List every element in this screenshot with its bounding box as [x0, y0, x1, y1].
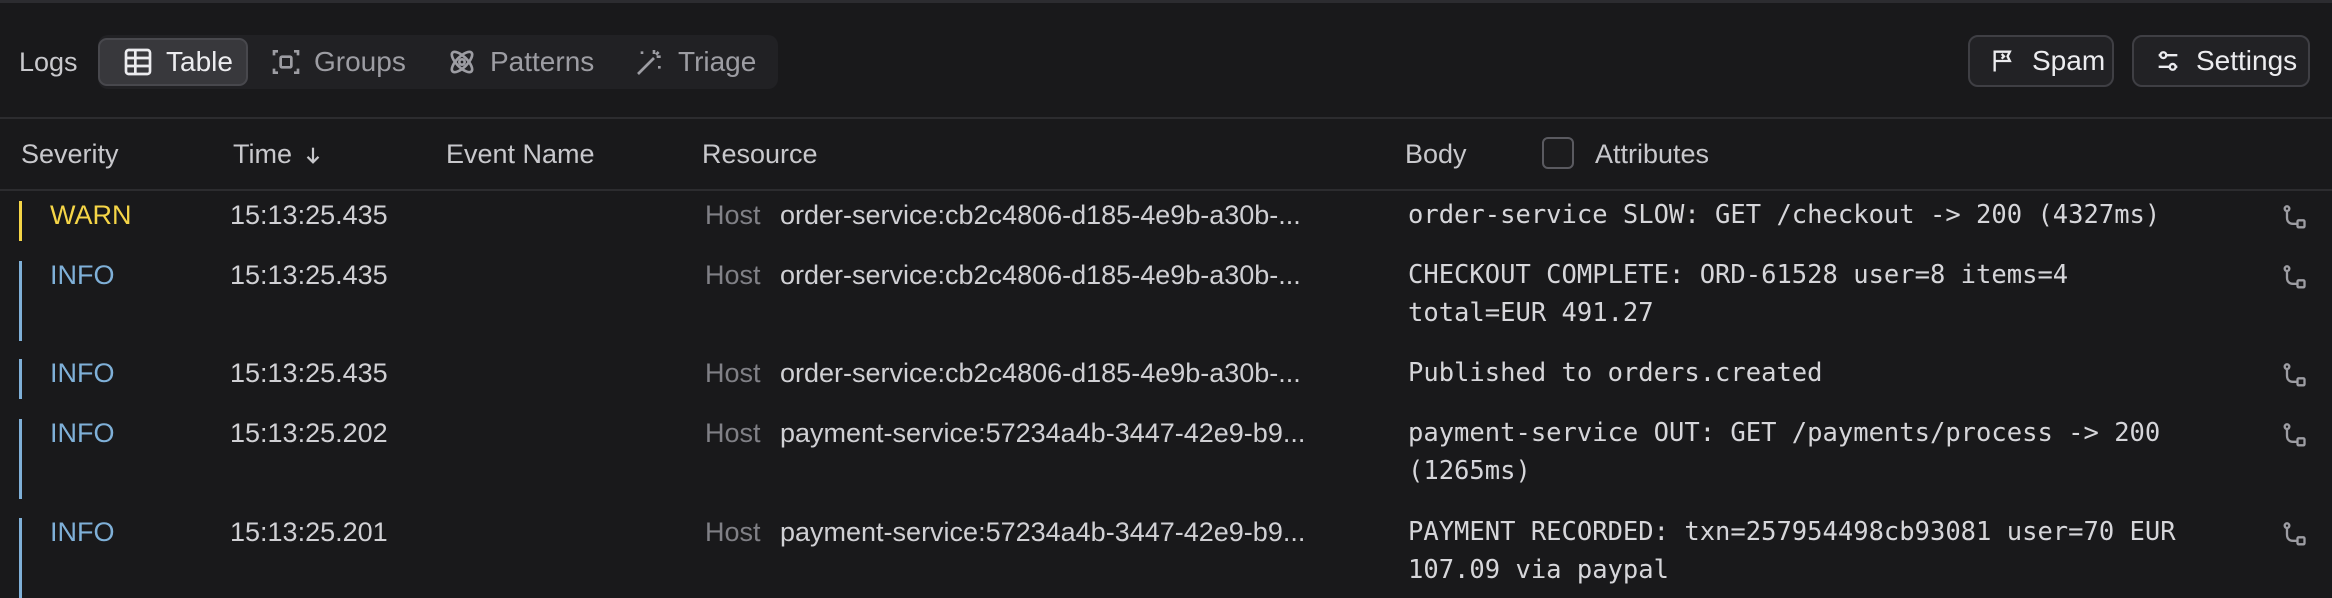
host-label: Host — [705, 200, 761, 230]
severity-cell: INFO — [50, 260, 115, 290]
column-header-event-name[interactable]: Event Name — [446, 139, 595, 170]
severity-bar — [19, 359, 22, 399]
resource-cell: order-service:cb2c4806-d185-4e9b-a30b-..… — [780, 200, 1301, 230]
tab-patterns[interactable]: Patterns — [446, 38, 594, 86]
attributes-checkbox[interactable] — [1542, 137, 1574, 169]
tab-triage[interactable]: Triage — [634, 38, 756, 86]
host-label: Host — [705, 358, 761, 388]
severity-bar — [19, 261, 22, 341]
trace-icon[interactable] — [2280, 362, 2308, 390]
tab-label: Table — [166, 46, 233, 77]
host-label: Host — [705, 418, 761, 448]
column-header-body[interactable]: Body — [1405, 139, 1467, 170]
column-header-severity[interactable]: Severity — [21, 139, 119, 170]
tab-table[interactable]: Table — [98, 38, 248, 86]
column-header-resource[interactable]: Resource — [702, 139, 818, 170]
time-cell: 15:13:25.435 — [230, 200, 388, 230]
trace-icon[interactable] — [2280, 422, 2308, 450]
groups-icon — [272, 50, 300, 74]
arrow-down-icon — [306, 147, 320, 164]
body-cell: CHECKOUT COMPLETE: ORD-61528 user=8 item… — [1408, 260, 2069, 328]
body-cell: Published to orders.created — [1408, 358, 1823, 388]
spam-label: Spam — [2032, 45, 2106, 76]
tab-groups[interactable]: Groups — [270, 38, 406, 86]
column-header-attributes: Attributes — [1595, 139, 1710, 169]
body-cell: PAYMENT RECORDED: txn=257954498cb93081 u… — [1408, 517, 2176, 585]
trace-icon[interactable] — [2280, 204, 2308, 232]
resource-cell: order-service:cb2c4806-d185-4e9b-a30b-..… — [780, 260, 1301, 290]
spam-button[interactable]: Spam — [1968, 35, 2114, 87]
severity-bar — [19, 419, 22, 499]
resource-cell: payment-service:57234a4b-3447-42e9-b9... — [780, 517, 1306, 547]
resource-cell: payment-service:57234a4b-3447-42e9-b9... — [780, 418, 1306, 448]
trace-icon[interactable] — [2280, 264, 2308, 292]
patterns-icon — [450, 50, 474, 74]
severity-cell: INFO — [50, 358, 115, 388]
severity-bar — [19, 518, 22, 598]
severity-cell: INFO — [50, 517, 115, 547]
flag-icon — [1993, 50, 2012, 72]
table-icon — [124, 48, 152, 76]
body-cell: payment-service OUT: GET /payments/proce… — [1408, 418, 2161, 486]
body-cell: order-service SLOW: GET /checkout -> 200… — [1408, 200, 2161, 230]
time-cell: 15:13:25.201 — [230, 517, 388, 547]
logs-label: Logs — [19, 47, 78, 77]
severity-bar — [19, 201, 22, 241]
settings-label: Settings — [2196, 45, 2298, 76]
host-label: Host — [705, 260, 761, 290]
toolbar: Logs Table Groups Patterns Triage Spam S… — [0, 3, 2332, 119]
column-header-time-label: Time — [233, 139, 292, 169]
resource-cell: order-service:cb2c4806-d185-4e9b-a30b-..… — [780, 358, 1301, 388]
time-cell: 15:13:25.435 — [230, 358, 388, 388]
settings-button[interactable]: Settings — [2132, 35, 2310, 87]
table-header: Severity Time Event Name Resource Body A… — [0, 119, 2332, 191]
column-header-time[interactable]: Time — [233, 139, 324, 170]
trace-icon[interactable] — [2280, 521, 2308, 549]
severity-cell: INFO — [50, 418, 115, 448]
tab-label: Triage — [678, 46, 757, 77]
host-label: Host — [705, 517, 761, 547]
time-cell: 15:13:25.435 — [230, 260, 388, 290]
tab-label: Groups — [314, 46, 406, 77]
severity-cell: WARN — [50, 200, 132, 230]
tab-label: Patterns — [490, 46, 595, 77]
view-tabs: Table Groups Patterns Triage — [98, 35, 778, 89]
time-cell: 15:13:25.202 — [230, 418, 388, 448]
sliders-icon — [2158, 51, 2178, 71]
magic-wand-icon — [637, 50, 661, 75]
